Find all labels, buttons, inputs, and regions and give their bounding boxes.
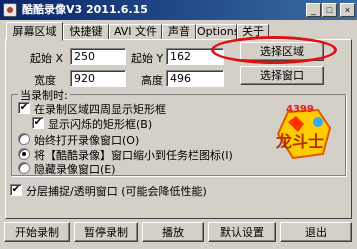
layered-capture-checkbox[interactable]: ✔ <box>10 184 22 196</box>
show-rect-checkbox[interactable]: ✔ <box>18 102 30 114</box>
show-rect-label: 在录制区域四周显示矩形框 <box>34 103 166 116</box>
maximize-button[interactable]: □ <box>322 3 337 17</box>
tab-sound[interactable]: 声音 <box>162 24 196 40</box>
tab-hotkeys[interactable]: 快捷键 <box>63 24 109 40</box>
start-x-input[interactable]: 250 <box>70 48 126 65</box>
close-button[interactable]: × <box>340 3 355 17</box>
always-on-top-label: 始终打开录像窗口(O) <box>34 134 140 147</box>
minimize-icon: _ <box>310 4 316 15</box>
exit-button[interactable]: 退出 <box>280 222 352 242</box>
start-record-button[interactable]: 开始录制 <box>4 222 70 242</box>
title-bar[interactable]: 酷酷录像V3 2011.6.15 _ □ × <box>0 0 357 20</box>
width-label: 宽度 <box>34 74 56 87</box>
bottom-toolbar: 开始录制 暂停录制 播放 默认设置 退出 <box>0 221 357 249</box>
app-icon <box>3 3 17 17</box>
close-icon: × <box>344 4 351 15</box>
height-input[interactable]: 496 <box>166 70 224 87</box>
tab-avi-file[interactable]: AVI 文件 <box>109 24 162 40</box>
highlight-annotation <box>211 36 337 64</box>
height-label: 高度 <box>141 74 163 87</box>
logo-text: 龙斗士 <box>276 132 325 151</box>
minimize-button[interactable]: _ <box>306 3 321 17</box>
minimize-to-tray-radio[interactable] <box>18 148 30 160</box>
start-x-label: 起始 X <box>30 52 64 65</box>
play-button[interactable]: 播放 <box>142 222 204 242</box>
always-on-top-radio[interactable] <box>18 133 30 145</box>
logo-number: 4399 <box>286 104 314 115</box>
hide-window-radio[interactable] <box>18 162 30 174</box>
blink-rect-label: 显示闪烁的矩形框(B) <box>48 118 153 131</box>
blink-rect-checkbox[interactable]: ✔ <box>32 117 44 129</box>
start-y-label: 起始 Y <box>131 52 164 65</box>
layered-capture-label: 分层捕捉/透明窗口 (可能会降低性能) <box>26 185 207 198</box>
select-window-button[interactable]: 选择窗口 <box>240 66 324 85</box>
hide-window-label: 隐藏录像窗口(E) <box>34 163 116 176</box>
tab-options[interactable]: Options <box>196 24 239 40</box>
width-input[interactable]: 920 <box>70 70 126 87</box>
window-title: 酷酷录像V3 2011.6.15 <box>22 3 148 16</box>
game-logo-icon: 4399 龙斗士 <box>268 104 338 164</box>
pause-record-button[interactable]: 暂停录制 <box>74 222 138 242</box>
tab-screen-region[interactable]: 屏幕区域 <box>6 22 63 41</box>
main-window: 酷酷录像V3 2011.6.15 _ □ × 屏幕区域 快捷键 AVI 文件 声… <box>0 0 357 249</box>
default-settings-button[interactable]: 默认设置 <box>208 222 276 242</box>
maximize-icon: □ <box>326 4 333 15</box>
